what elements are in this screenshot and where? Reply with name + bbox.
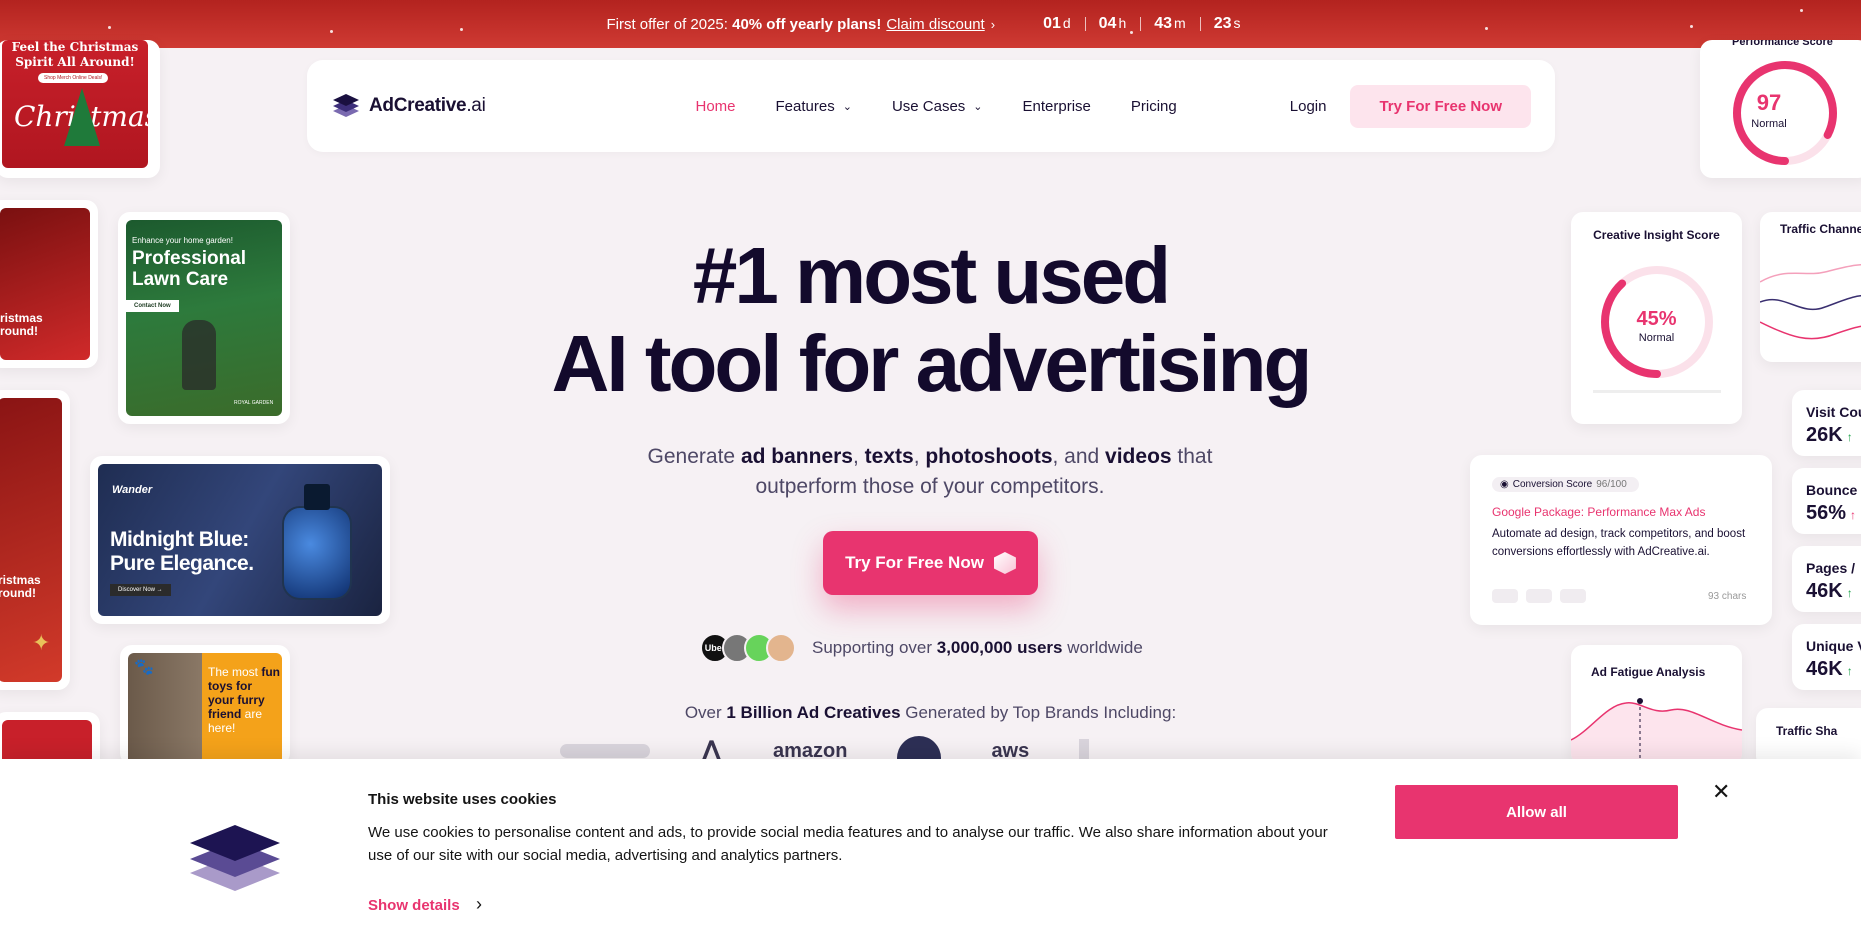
user-count-row: Uber Supporting over 3,000,000 users wor…: [700, 633, 1143, 663]
main-nav: AdCreative.ai Home Features ⌄ Use Cases ⌄ …: [307, 60, 1555, 152]
avatar: [766, 633, 796, 663]
perf-title: Performance Score: [1732, 40, 1833, 48]
traffic-share-title: Traffic Sha: [1776, 724, 1838, 738]
perfume-bottle-icon: [284, 508, 350, 598]
promo-bar: First offer of 2025: 40% off yearly plan…: [0, 0, 1861, 48]
nav-item-features[interactable]: Features ⌄: [776, 98, 852, 115]
hero-subtitle: Generate ad banners, texts, photoshoots,…: [647, 445, 1213, 498]
chevron-down-icon: ⌄: [973, 100, 983, 113]
chevron-right-icon[interactable]: ›: [476, 894, 482, 915]
timer-minutes: 43 m: [1140, 15, 1199, 33]
fatigue-chart: [1571, 698, 1742, 765]
paw-icon: 🐾: [134, 659, 154, 676]
metric-value: 46K ↑: [1806, 580, 1853, 602]
insight-legend: [1593, 390, 1721, 393]
users-text: Supporting over 3,000,000 users worldwid…: [812, 638, 1143, 657]
ad-card-christmas-top: Feel the Christmas Spirit All Around! Sh…: [0, 40, 160, 178]
metric-card: Bounce R 56%↑: [1792, 468, 1861, 534]
timer-days: 01 d: [1043, 15, 1071, 32]
perfume-ad-title: Midnight Blue: Pure Elegance.: [110, 528, 254, 575]
metric-card: Pages / 46K ↑: [1792, 546, 1861, 612]
christmas-ad-title: Feel the Christmas Spirit All Around!: [11, 40, 139, 69]
claim-discount-link[interactable]: Claim discount: [886, 16, 984, 33]
metric-label: Unique V: [1806, 638, 1861, 654]
login-link[interactable]: Login: [1290, 98, 1327, 115]
metric-card: Visit Cou 26K ↑: [1792, 390, 1861, 456]
nav-menu: Home Features ⌄ Use Cases ⌄ Enterprise Pri…: [696, 98, 1217, 115]
metric-value: 26K ↑: [1806, 424, 1853, 446]
traffic-chart: [1760, 263, 1861, 340]
ad-card-christmas-left-2: ristmas round! ✦: [0, 390, 70, 690]
target-icon: ◉: [1500, 479, 1509, 490]
nav-item-home[interactable]: Home: [696, 98, 736, 115]
conversion-badge: ◉ Conversion Score 96/100: [1492, 477, 1639, 492]
perf-label: Normal: [1751, 118, 1787, 130]
traffic-channel-widget: Traffic Channel: [1760, 212, 1861, 362]
traffic-title: Traffic Channel: [1780, 222, 1861, 236]
cookie-title: This website uses cookies: [368, 791, 557, 808]
arrow-up-icon: ↑: [1846, 664, 1853, 678]
close-icon[interactable]: ✕: [1712, 779, 1730, 805]
allow-all-button[interactable]: Allow all: [1395, 785, 1678, 839]
ad-card-perfume: Wander Midnight Blue: Pure Elegance. Dis…: [90, 456, 390, 624]
timer-seconds: 23 s: [1199, 15, 1255, 33]
fatigue-title: Ad Fatigue Analysis: [1591, 665, 1706, 679]
logo-wordmark: AdCreative.ai: [369, 95, 486, 116]
christmas-side-text-2: ristmas round!: [0, 573, 41, 600]
christmas-shop-button: Shop Merch Online Deals!: [38, 73, 109, 83]
cube-icon: [993, 552, 1016, 574]
metric-value: 56% ↑: [1806, 502, 1857, 524]
cookie-logo-icon: [190, 811, 280, 901]
conversion-pills: [1492, 589, 1586, 603]
perfume-brand: Wander: [112, 484, 153, 496]
nav-item-use-cases[interactable]: Use Cases ⌄: [892, 98, 983, 115]
nav-item-pricing[interactable]: Pricing: [1131, 98, 1177, 115]
performance-score-widget: Performance Score 97 Normal: [1700, 40, 1861, 178]
chevron-down-icon: ⌄: [842, 100, 852, 113]
perfume-cap: [304, 484, 330, 510]
perf-value: 97: [1756, 90, 1782, 115]
insight-value: 45%: [1636, 308, 1677, 330]
conversion-chars: 93 chars: [1708, 591, 1747, 602]
dog-toys-text: The most fun toys for your furry friend …: [208, 665, 281, 735]
cookie-text: We use cookies to personalise content an…: [368, 824, 1328, 864]
metric-value: 46K ↑: [1806, 658, 1853, 680]
show-details-link[interactable]: Show details: [368, 897, 460, 914]
conversion-score-widget: ◉ Conversion Score 96/100 Google Package…: [1470, 455, 1772, 625]
conversion-text: Automate ad design, track competitors, a…: [1492, 528, 1746, 558]
chevron-right-icon: ›: [990, 16, 996, 32]
creative-insight-widget: Creative Insight Score 45% Normal: [1571, 212, 1742, 424]
insight-label: Normal: [1638, 332, 1675, 344]
adcreative-logo[interactable]: AdCreative.ai: [331, 91, 486, 121]
star-icon: ✦: [32, 630, 51, 655]
metric-label: Bounce R: [1806, 482, 1861, 498]
metric-label: Pages /: [1806, 560, 1856, 576]
cookie-banner: This website uses cookies We use cookies…: [0, 759, 1861, 947]
insight-title: Creative Insight Score: [1593, 228, 1720, 242]
logo-layers-icon: [331, 91, 361, 121]
arrow-up-icon: ↑: [1850, 508, 1857, 522]
arrow-up-icon: ↑: [1846, 586, 1853, 600]
metric-label: Visit Cou: [1806, 404, 1861, 420]
timer-hours: 04 h: [1084, 15, 1141, 33]
arrow-up-icon: ↑: [1846, 430, 1853, 444]
brand-logo: [560, 744, 650, 758]
ad-fatigue-widget: Ad Fatigue Analysis: [1571, 645, 1742, 765]
cta-label: Try For Free Now: [845, 553, 984, 572]
countdown-timer: 01 d 04 h 43 m 23 s: [1029, 15, 1254, 33]
perfume-discover-button: Discover Now →: [110, 584, 171, 596]
promo-text: First offer of 2025: 40% off yearly plan…: [606, 15, 882, 33]
conversion-heading: Google Package: Performance Max Ads: [1492, 505, 1706, 519]
try-free-nav-button[interactable]: Try For Free Now: [1350, 84, 1531, 128]
nav-item-enterprise[interactable]: Enterprise: [1023, 98, 1091, 115]
christmas-tree-icon: [64, 88, 100, 146]
metric-card: Unique V 46K ↑: [1792, 624, 1861, 690]
try-free-hero-button[interactable]: Try For Free Now: [823, 531, 1038, 595]
